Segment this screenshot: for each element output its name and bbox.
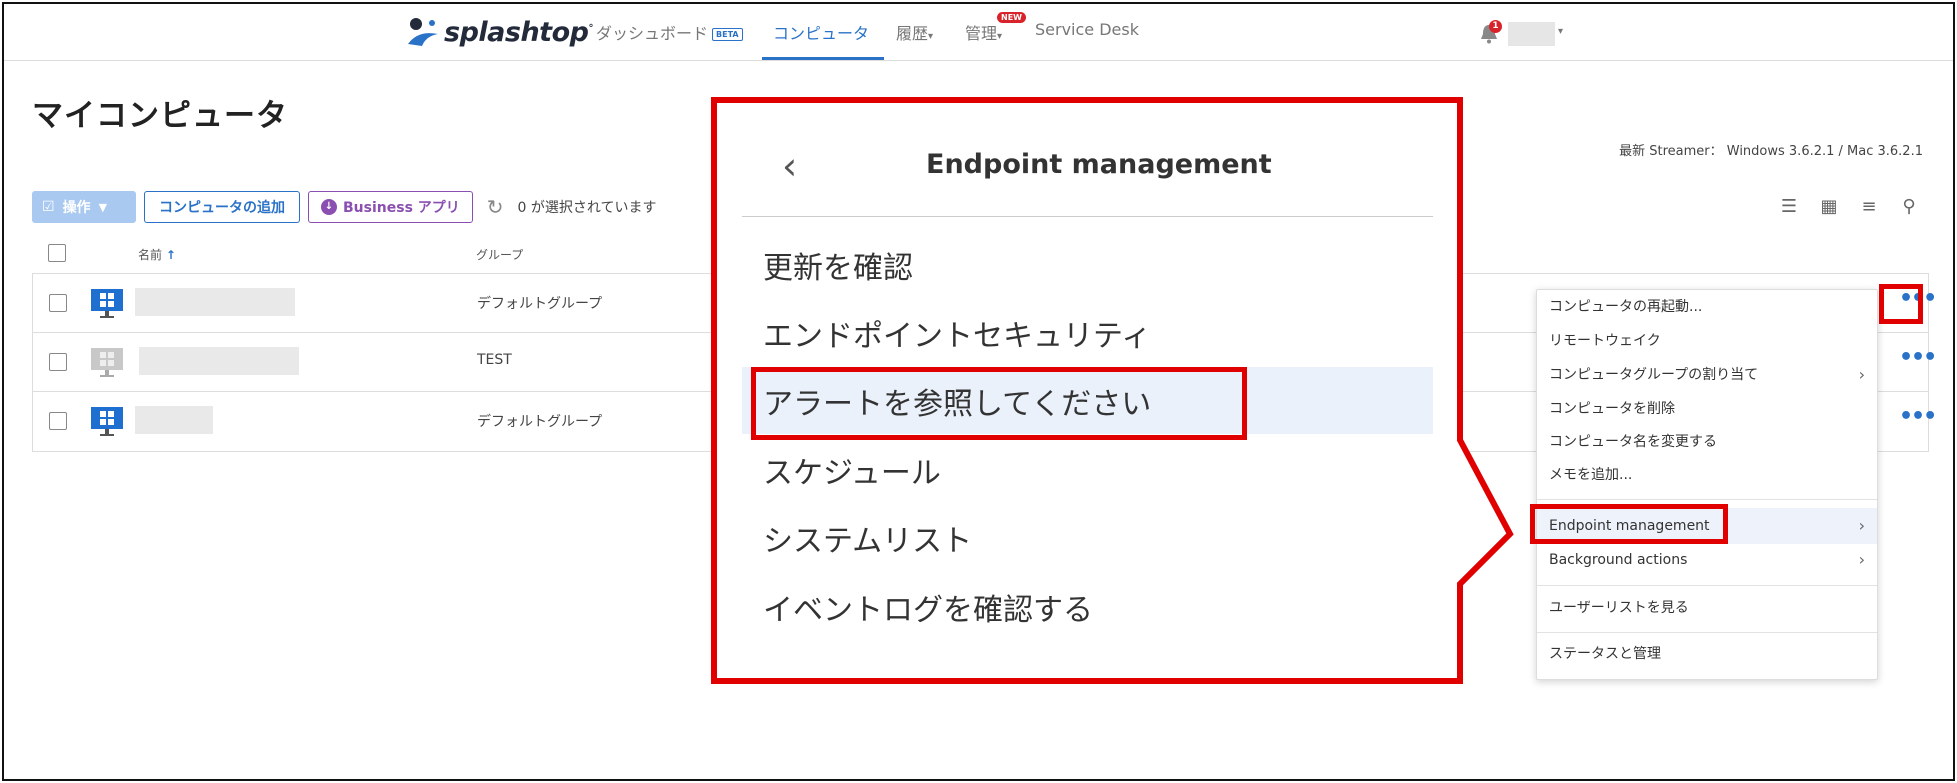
nav-service-desk[interactable]: Service Desk	[1035, 20, 1139, 39]
beta-badge: BETA	[712, 28, 743, 41]
row-checkbox[interactable]	[49, 412, 67, 430]
select-all-checkbox[interactable]	[48, 244, 66, 262]
menu-item-rename[interactable]: コンピュータ名を変更する	[1537, 427, 1877, 457]
menu-divider	[1537, 632, 1877, 633]
refresh-icon[interactable]: ↻	[487, 195, 504, 219]
chevron-down-icon: ▼	[98, 200, 108, 214]
more-options-button[interactable]: •••	[1899, 347, 1937, 369]
user-name-redacted[interactable]	[1508, 22, 1555, 46]
view-controls: ☰ ▦ ≡ ⚲	[1777, 195, 1921, 219]
menu-item-delete[interactable]: コンピュータを削除	[1537, 394, 1877, 424]
submenu-divider	[742, 216, 1433, 217]
logo-text: splashtop°	[444, 16, 593, 48]
submenu-item-endpoint-security[interactable]: エンドポイントセキュリティ	[763, 311, 1151, 355]
menu-item-restart[interactable]: コンピュータの再起動...	[1537, 292, 1877, 322]
submenu-item-system-list[interactable]: システムリスト	[763, 516, 972, 560]
operations-label: 操作	[62, 200, 91, 216]
offline-computer-icon	[91, 348, 123, 377]
menu-item-assign-group-label: コンピュータグループの割り当て	[1549, 367, 1759, 383]
submenu-item-check-updates[interactable]: 更新を確認	[763, 243, 913, 287]
new-badge: NEW	[997, 12, 1026, 23]
menu-item-status-management[interactable]: ステータスと管理	[1537, 639, 1877, 669]
chevron-right-icon: ›	[1858, 550, 1865, 569]
nav-dashboard-label: ダッシュボード	[596, 24, 709, 43]
screenshot-frame: splashtop° ダッシュボード BETA コンピュータ 履歴▾ 管理▾ NE…	[2, 2, 1955, 781]
windows-computer-icon	[91, 289, 123, 318]
splashtop-logo-icon	[408, 18, 438, 46]
group-cell: TEST	[477, 352, 512, 368]
computer-name-redacted	[139, 347, 299, 375]
business-app-label: Business アプリ	[343, 200, 460, 216]
top-nav: splashtop° ダッシュボード BETA コンピュータ 履歴▾ 管理▾ NE…	[4, 4, 1953, 61]
search-icon[interactable]: ⚲	[1897, 195, 1921, 219]
submenu-item-schedule[interactable]: スケジュール	[763, 448, 941, 492]
chevron-right-icon: ›	[1858, 516, 1865, 535]
more-options-button[interactable]: •••	[1899, 406, 1937, 428]
column-header-name-label: 名前	[138, 248, 163, 262]
table-header: 名前 ↑ グループ	[32, 232, 1929, 274]
grid-view-icon[interactable]: ▦	[1817, 195, 1841, 219]
annotation-box-view-alerts	[751, 367, 1247, 440]
download-icon: ↓	[321, 199, 337, 215]
nav-admin-label: 管理	[965, 24, 998, 43]
submenu-item-event-log[interactable]: イベントログを確認する	[763, 585, 1093, 629]
menu-divider	[1537, 499, 1877, 500]
menu-item-assign-group[interactable]: コンピュータグループの割り当て ›	[1537, 360, 1877, 390]
page-title: マイコンピュータ	[32, 98, 288, 134]
context-menu: コンピュータの再起動... リモートウェイク コンピュータグループの割り当て › …	[1536, 289, 1878, 680]
add-computer-button[interactable]: コンピュータの追加	[144, 191, 300, 223]
menu-item-background-actions[interactable]: Background actions ›	[1537, 545, 1877, 575]
computer-name-redacted	[135, 406, 213, 434]
windows-computer-icon	[91, 407, 123, 436]
nav-dashboard[interactable]: ダッシュボード BETA	[596, 20, 743, 44]
row-checkbox[interactable]	[49, 294, 67, 312]
nav-history-label: 履歴	[896, 24, 929, 43]
annotation-box-endpoint-item	[1530, 504, 1728, 544]
row-checkbox[interactable]	[49, 353, 67, 371]
checkbox-icon: ☑	[42, 199, 55, 215]
computer-name-redacted	[135, 288, 295, 316]
chevron-right-icon: ›	[1858, 365, 1865, 384]
business-app-button[interactable]: ↓ Business アプリ	[308, 191, 473, 223]
active-tab-indicator	[762, 57, 884, 60]
operations-button[interactable]: ☑ 操作 ▼	[32, 191, 136, 223]
chevron-left-icon[interactable]: ‹	[782, 144, 797, 188]
splashtop-logo[interactable]: splashtop°	[404, 14, 593, 50]
selection-count: 0 が選択されています	[517, 200, 657, 216]
submenu-title: Endpoint management	[926, 149, 1272, 180]
column-header-group[interactable]: グループ	[476, 246, 523, 263]
toolbar: ☑ 操作 ▼ コンピュータの追加 ↓ Business アプリ ↻ 0 が選択さ…	[32, 191, 656, 223]
streamer-version-info: 最新 Streamer： Windows 3.6.2.1 / Mac 3.6.2…	[1619, 144, 1923, 159]
filter-icon[interactable]: ≡	[1857, 195, 1881, 219]
notification-badge: 1	[1489, 20, 1502, 33]
sort-arrow-icon: ↑	[165, 248, 176, 262]
list-view-icon[interactable]: ☰	[1777, 195, 1801, 219]
column-header-name[interactable]: 名前 ↑	[138, 246, 176, 263]
chevron-down-icon: ▾	[997, 31, 1003, 42]
menu-divider	[1537, 585, 1877, 586]
nav-history[interactable]: 履歴▾	[896, 20, 933, 44]
menu-item-add-note[interactable]: メモを追加...	[1537, 460, 1877, 490]
menu-item-user-list[interactable]: ユーザーリストを見る	[1537, 593, 1877, 623]
group-cell: デフォルトグループ	[477, 296, 603, 312]
group-cell: デフォルトグループ	[477, 414, 603, 430]
nav-computers[interactable]: コンピュータ	[773, 20, 869, 44]
menu-item-remote-wake[interactable]: リモートウェイク	[1537, 326, 1877, 356]
nav-admin[interactable]: 管理▾	[965, 20, 1002, 44]
chevron-down-icon[interactable]: ▾	[1558, 26, 1563, 37]
chevron-down-icon: ▾	[928, 31, 934, 42]
annotation-box-more-button	[1879, 284, 1923, 324]
menu-item-background-actions-label: Background actions	[1549, 552, 1688, 568]
